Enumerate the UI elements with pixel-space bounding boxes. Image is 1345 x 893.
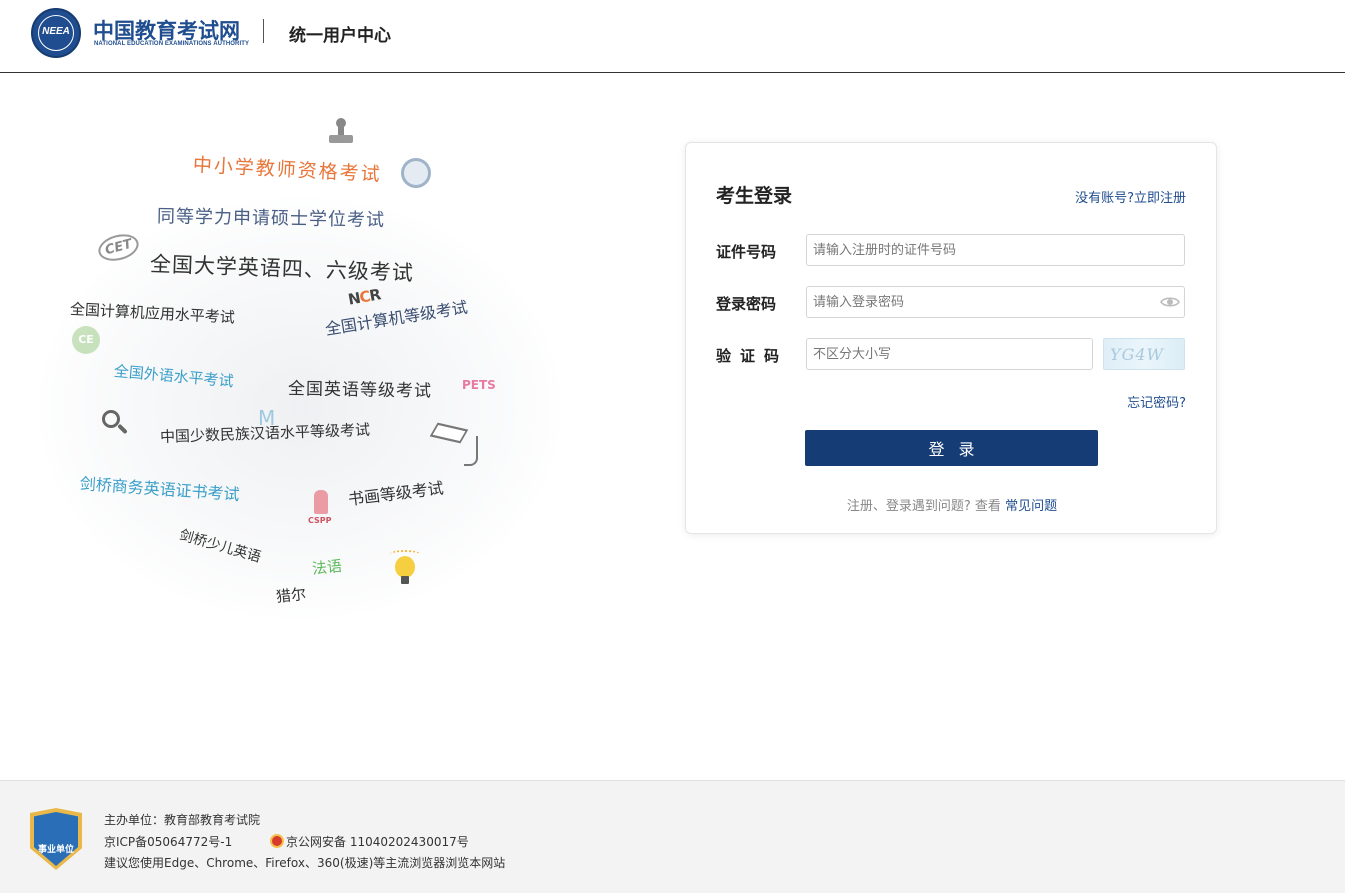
stamp-icon [327, 118, 355, 146]
record-line: 京ICP备05064772号-1 京公网安备 11040202430017号 [104, 833, 469, 850]
police-record-text: 京公网安备 11040202430017号 [286, 835, 469, 849]
exam-illustration: CET NCR CE PETS M CSPP 中小学教师资格考试 同等学力申请硕… [30, 108, 570, 628]
site-footer: 事业单位 主办单位：教育部教育考试院 京ICP备05064772号-1 京公网安… [0, 780, 1345, 893]
logo-subtitle: NATIONAL EDUCATION EXAMINATIONS AUTHORIT… [94, 41, 250, 47]
id-number-input[interactable] [806, 234, 1185, 266]
site-header: NEEA 中国教育考试网 NATIONAL EDUCATION EXAMINAT… [0, 0, 1345, 73]
browser-tip: 建议您使用Edge、Chrome、Firefox、360(极速)等主流浏览器浏览… [104, 856, 506, 870]
register-link[interactable]: 没有账号?立即注册 [1075, 187, 1186, 206]
id-number-label: 证件号码 [716, 243, 777, 261]
host-organization: 主办单位：教育部教育考试院 [104, 813, 261, 827]
page-subtitle: 统一用户中心 [289, 26, 391, 46]
eye-icon[interactable] [1160, 295, 1180, 309]
login-title: 考生登录 [716, 185, 793, 207]
pets-logo-icon: PETS [462, 378, 496, 392]
icp-link[interactable]: 京ICP备05064772号-1 [104, 835, 232, 849]
magnifier-icon [102, 410, 130, 438]
neea-logo-icon[interactable]: NEEA [31, 8, 81, 58]
password-label: 登录密码 [716, 295, 777, 313]
exam-word: 同等学力申请硕士学位考试 [156, 206, 386, 231]
logo-emblem-text: NEEA [42, 26, 70, 37]
lightbulb-icon [390, 550, 420, 588]
captcha-image[interactable]: YG4W [1103, 338, 1185, 370]
ce-logo-icon: CE [72, 326, 100, 354]
badge-text: 事业单位 [37, 845, 74, 855]
exam-word: 全国英语等级考试 [287, 379, 433, 402]
login-button[interactable]: 登录 [805, 430, 1098, 466]
exam-word: 中小学教师资格考试 [192, 154, 383, 186]
login-card: 考生登录 没有账号?立即注册 证件号码 登录密码 验证码 YG4W 忘记密码? … [685, 142, 1217, 534]
police-record[interactable]: 京公网安备 11040202430017号 [270, 833, 469, 850]
public-institution-badge-icon[interactable]: 事业单位 [30, 808, 82, 870]
captcha-input[interactable] [806, 338, 1093, 370]
password-input[interactable] [806, 286, 1185, 318]
graduation-cap-icon [429, 420, 480, 468]
police-emblem-icon [270, 834, 285, 848]
help-line: 注册、登录遇到问题? 查看 常见问题 [686, 495, 1218, 514]
help-prefix: 注册、登录遇到问题? 查看 [846, 499, 1001, 514]
cspp-label: CSPP [308, 516, 332, 525]
cspp-logo-icon: CSPP [308, 490, 332, 525]
header-divider [263, 19, 264, 43]
exam-word: 法语 [311, 556, 343, 578]
exam-word: 猎尔 [275, 584, 307, 606]
shield-badge-icon [401, 158, 431, 188]
captcha-text: YG4W [1110, 345, 1164, 364]
captcha-label: 验证码 [716, 347, 789, 365]
forgot-password-link[interactable]: 忘记密码? [1127, 392, 1186, 411]
faq-link[interactable]: 常见问题 [1005, 499, 1057, 514]
